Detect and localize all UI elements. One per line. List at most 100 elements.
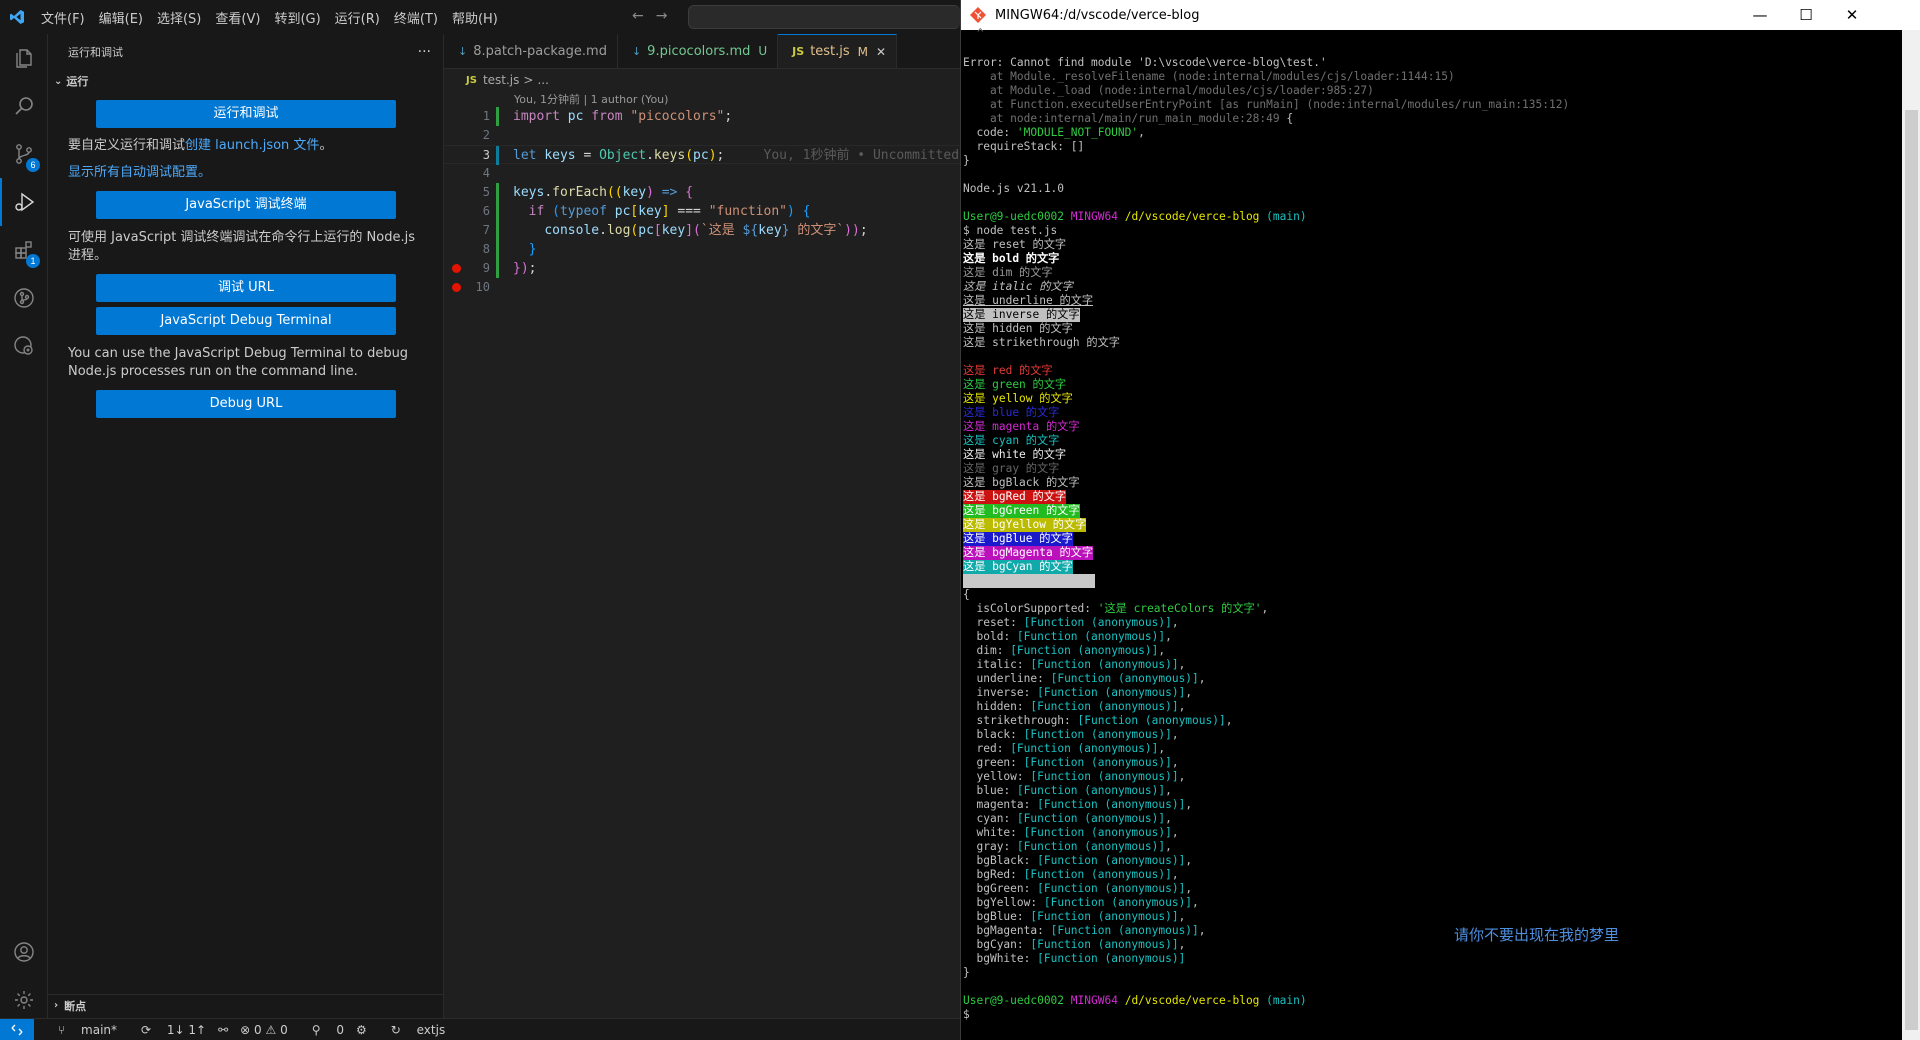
debug-status-icon[interactable]: ⚙ — [356, 1023, 367, 1037]
code-token: pc — [693, 148, 709, 163]
tab-picocolors[interactable]: ↓ 9.picocolors.md U — [618, 34, 779, 68]
term-fn-line: bgWhite: [Function (anonymous)] — [976, 952, 1186, 965]
menu-help[interactable]: 帮助(H) — [445, 8, 505, 27]
more-actions-icon[interactable]: ··· — [418, 44, 431, 60]
term-line: at Module._resolveFilename (node:interna… — [963, 70, 1455, 83]
code-line: 6 if (typeof pc[key] === "function") { — [444, 202, 960, 221]
scrollbar-thumb[interactable] — [1905, 110, 1918, 1030]
term-fn-value: [Function (anonymous)] — [1037, 854, 1186, 867]
menu-terminal[interactable]: 终端(T) — [387, 8, 445, 27]
term-fn-value: [Function (anonymous)] — [1016, 630, 1166, 643]
term-span: isColorSupported: — [963, 602, 1098, 615]
git-graph-status-icon[interactable]: ⚯ — [218, 1023, 228, 1037]
menu-run[interactable]: 运行(R) — [328, 8, 387, 27]
js-debug-terminal-button-zh[interactable]: JavaScript 调试终端 — [96, 191, 396, 219]
tab-patch-package[interactable]: ↓ 8.patch-package.md — [444, 34, 618, 68]
mingw-terminal-window: MINGW64:/d/vscode/verce-blog — ☐ ✕ ^ Err… — [960, 0, 1920, 1040]
tab-test-js[interactable]: JS test.js M ✕ — [778, 34, 898, 68]
settings-gear-icon[interactable] — [0, 976, 48, 1024]
term-fn-value: [Function (anonymous)] — [1016, 784, 1166, 797]
explorer-icon[interactable] — [0, 34, 48, 82]
ports-status[interactable]: ⚲ 0 — [300, 1023, 344, 1037]
term-fn-key: bgYellow — [976, 896, 1031, 909]
forward-arrow-icon[interactable]: → — [656, 8, 668, 24]
term-fn-key: magenta — [976, 798, 1024, 811]
extensions-icon[interactable]: 1 — [0, 226, 48, 274]
search-icon[interactable] — [0, 82, 48, 130]
sidebar-header: 运行和调试 ··· — [48, 34, 443, 70]
command-center[interactable] — [688, 5, 960, 29]
remote-explorer-icon[interactable] — [0, 322, 48, 370]
term-line: 这是 bgCyan 的文字 — [963, 560, 1073, 574]
term-fn-line: bold: [Function (anonymous)], — [976, 630, 1172, 643]
source-control-icon[interactable]: 6 — [0, 130, 48, 178]
line-number: 1 — [482, 109, 490, 123]
code-token: = — [583, 148, 592, 163]
code-editor[interactable]: 1 import pc from "picocolors"; 2 3 let k… — [444, 107, 1022, 307]
close-button[interactable]: ✕ — [1829, 0, 1875, 30]
term-fn-key: yellow — [976, 770, 1017, 783]
menu-edit[interactable]: 编辑(E) — [92, 8, 150, 27]
prompt-path: /d/vscode/verce-blog — [1124, 210, 1260, 223]
term-fn-key: inverse — [976, 686, 1024, 699]
term-fn-value: [Function (anonymous)] — [1037, 798, 1186, 811]
menu-go[interactable]: 转到(G) — [267, 8, 327, 27]
sidebar-title: 运行和调试 — [68, 46, 123, 59]
git-blame-codelens[interactable]: You, 1分钟前 | 1 author (You) — [444, 91, 960, 107]
code-token: "function" — [708, 204, 787, 219]
terminal-scrollbar[interactable] — [1902, 30, 1920, 1040]
back-arrow-icon[interactable]: ← — [632, 8, 644, 24]
term-fn-value: [Function (anonymous)] — [1077, 714, 1226, 727]
debug-url-button[interactable]: Debug URL — [96, 390, 396, 418]
code-token: import — [513, 109, 560, 124]
term-span: , — [1138, 126, 1145, 139]
editor-tabs: ↓ 8.patch-package.md ↓ 9.picocolors.md U… — [444, 34, 960, 69]
code-token: ] — [661, 204, 670, 219]
term-fn-value: [Function (anonymous)] — [1037, 952, 1186, 965]
term-fn-value: [Function (anonymous)] — [1050, 924, 1199, 937]
breadcrumb-symbols[interactable]: ... — [537, 73, 548, 87]
tab-label: 8.patch-package.md — [473, 43, 607, 59]
minimize-button[interactable]: — — [1737, 0, 1783, 30]
term-fn-line: dim: [Function (anonymous)], — [976, 644, 1166, 657]
code-token: } — [781, 223, 790, 238]
breadcrumb-file[interactable]: test.js — [483, 73, 519, 87]
terminal-output[interactable]: ^ Error: Cannot find module 'D:\vscode\v… — [963, 27, 1901, 1040]
git-graph-icon[interactable] — [0, 274, 48, 322]
activity-bar: 6 1 — [0, 34, 48, 1018]
show-auto-debug-configs-link[interactable]: 显示所有自动调试配置。 — [68, 164, 423, 182]
vscode-window: 文件(F) 编辑(E) 选择(S) 查看(V) 转到(G) 运行(R) 终端(T… — [0, 0, 1022, 1040]
maximize-button[interactable]: ☐ — [1783, 0, 1829, 30]
extension-status[interactable]: ↻ extjs — [379, 1023, 445, 1037]
account-icon[interactable] — [0, 928, 48, 976]
breakpoints-label: 断点 — [64, 999, 87, 1013]
menu-view[interactable]: 查看(V) — [208, 8, 267, 27]
term-line: isColorSupported: '这是 createColors 的文字', — [963, 602, 1268, 616]
run-section-header[interactable]: ⌄ 运行 — [48, 70, 443, 92]
run-and-debug-button[interactable]: 运行和调试 — [96, 100, 396, 128]
term-line: 这是 cyan 的文字 — [963, 434, 1060, 447]
menu-file[interactable]: 文件(F) — [34, 8, 92, 27]
js-debug-terminal-button[interactable]: JavaScript Debug Terminal — [96, 307, 396, 335]
menu-selection[interactable]: 选择(S) — [150, 8, 208, 27]
term-fn-key: blue — [976, 784, 1004, 797]
sync-status[interactable]: ⟳ 1↓ 1↑ — [129, 1023, 206, 1037]
run-debug-icon[interactable] — [0, 178, 48, 226]
status-bar: ⑂ main* ⟳ 1↓ 1↑ ⚯ ⊗ 0 ⚠ 0 ⚲ 0 ⚙ ↻ extjs — [0, 1018, 960, 1040]
debug-url-button-zh[interactable]: 调试 URL — [96, 274, 396, 302]
branch-status[interactable]: ⑂ main* — [46, 1023, 117, 1037]
term-line: 这是 red 的文字 — [963, 364, 1053, 377]
breakpoints-section-header[interactable]: › 断点 — [48, 994, 443, 1016]
code-token: . — [544, 185, 553, 200]
prompt-host: MINGW64 — [1070, 210, 1118, 223]
create-launch-json-link[interactable]: 创建 launch.json 文件 — [185, 138, 319, 153]
remote-indicator-icon[interactable] — [0, 1018, 34, 1040]
code-token: 的文字` — [789, 223, 845, 238]
code-token: [ — [653, 223, 662, 238]
term-fn-line: yellow: [Function (anonymous)], — [976, 770, 1186, 783]
code-token: ; — [724, 109, 733, 124]
term-fn-key: cyan — [976, 812, 1004, 825]
close-icon[interactable]: ✕ — [876, 45, 886, 59]
term-line: at Function.executeUserEntryPoint [as ru… — [963, 98, 1570, 111]
problems-status[interactable]: ⊗ 0 ⚠ 0 — [240, 1023, 288, 1037]
